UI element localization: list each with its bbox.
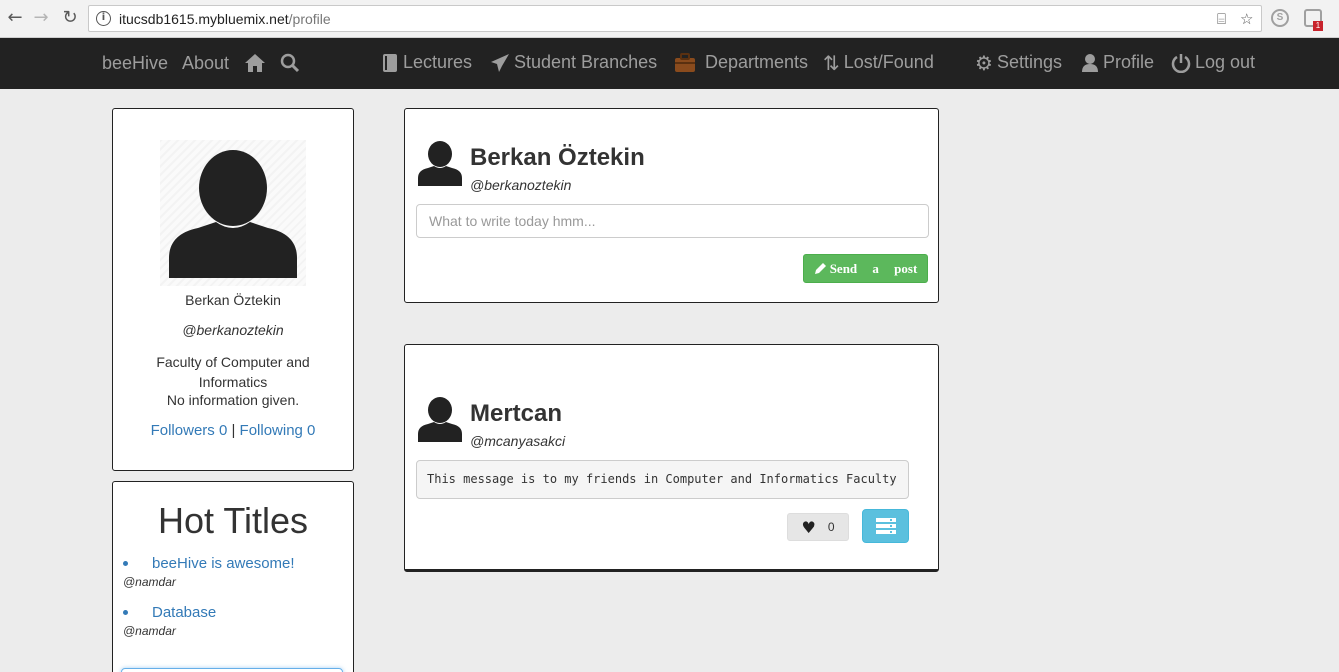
- compose-user-name: Berkan Öztekin: [470, 144, 645, 171]
- reload-icon[interactable]: ↻: [60, 8, 80, 28]
- user-avatar-icon: [418, 397, 462, 442]
- star-icon[interactable]: ☆: [1240, 10, 1253, 28]
- nav-about[interactable]: About: [182, 53, 229, 74]
- nav-lectures[interactable]: Lectures: [381, 52, 472, 73]
- nav-logout[interactable]: Log out: [1171, 52, 1255, 73]
- send-post-label: Send a post: [829, 260, 918, 276]
- sort-icon: ⇅: [823, 50, 840, 75]
- book-icon: [383, 53, 397, 72]
- power-icon: [1171, 53, 1191, 73]
- post-input[interactable]: [416, 204, 929, 238]
- heart-icon: ♥: [801, 517, 816, 537]
- gear-icon: ⚙: [975, 50, 993, 75]
- briefcase-icon: [675, 52, 695, 72]
- post-card: Mertcan @mcanyasakci This message is to …: [404, 344, 939, 572]
- bullet: [123, 610, 128, 615]
- profile-faculty: Faculty of Computer and Informatics: [156, 354, 310, 390]
- translate-icon[interactable]: ⌸: [1217, 10, 1226, 28]
- post-user-handle: @mcanyasakci: [470, 433, 566, 449]
- nav-settings-label: Settings: [996, 52, 1062, 72]
- info-icon[interactable]: i: [96, 11, 111, 26]
- post-message: This message is to my friends in Compute…: [416, 460, 909, 499]
- extension-badge: 1: [1313, 21, 1323, 31]
- paper-plane-icon: [491, 53, 509, 72]
- skype-icon[interactable]: S: [1271, 9, 1289, 27]
- nav-profile[interactable]: Profile: [1081, 52, 1154, 73]
- profile-info: No information given.: [166, 392, 300, 408]
- hot-titles-heading: Hot Titles: [157, 500, 309, 541]
- nav-lectures-label: Lectures: [403, 52, 473, 72]
- followers-link[interactable]: Followers 0: [151, 422, 228, 439]
- hot-title-user: @namdar: [123, 575, 176, 589]
- user-avatar-icon: [418, 141, 462, 186]
- nav-departments[interactable]: Departments: [674, 52, 808, 73]
- url-text[interactable]: itucsdb1615.mybluemix.net/profile: [119, 11, 331, 27]
- send-post-button[interactable]: Send a post: [803, 254, 928, 283]
- profile-handle: @berkanoztekin: [182, 322, 284, 338]
- nav-profile-label: Profile: [1103, 52, 1155, 72]
- home-icon[interactable]: [244, 53, 266, 73]
- pencil-icon: [814, 263, 826, 274]
- compose-user-handle: @berkanoztekin: [470, 177, 572, 193]
- compose-card: Berkan Öztekin @berkanoztekin Send a pos…: [404, 108, 939, 303]
- forward-arrow-icon[interactable]: →: [31, 8, 51, 28]
- hot-titles-input[interactable]: [121, 668, 343, 672]
- nav-departments-label: Departments: [705, 52, 809, 72]
- nav-logout-label: Log out: [1195, 52, 1256, 72]
- list-icon: [875, 518, 896, 534]
- hot-title-link[interactable]: Database: [152, 604, 216, 621]
- nav-settings[interactable]: ⚙ Settings: [975, 52, 1062, 73]
- hot-titles-card: Hot Titles beeHive is awesome! @namdar D…: [112, 481, 354, 672]
- follow-separator: |: [227, 422, 240, 439]
- browser-toolbar: ← → ↻ i itucsdb1615.mybluemix.net/profil…: [0, 0, 1339, 38]
- follow-stats: Followers 0 | Following 0: [113, 422, 353, 439]
- profile-name: Berkan Öztekin: [185, 292, 281, 308]
- bullet: [123, 561, 128, 566]
- like-count: 0: [827, 520, 835, 534]
- hot-title-user: @namdar: [123, 624, 176, 638]
- avatar: [160, 140, 306, 286]
- hot-title-link[interactable]: beeHive is awesome!: [152, 555, 295, 572]
- nav-lost-found-label: Lost/Found: [843, 52, 934, 72]
- search-icon[interactable]: [280, 53, 300, 73]
- user-icon: [1082, 53, 1098, 72]
- nav-lost-found[interactable]: ⇅ Lost/Found: [823, 52, 934, 73]
- address-bar[interactable]: i itucsdb1615.mybluemix.net/profile ⌸ ☆: [88, 5, 1262, 32]
- comments-button[interactable]: [862, 509, 909, 543]
- like-button[interactable]: ♥ 0: [787, 513, 849, 541]
- following-link[interactable]: Following 0: [240, 422, 316, 439]
- back-arrow-icon[interactable]: ←: [5, 8, 25, 28]
- main-navbar: beeHive About Lectures Student Branches …: [0, 38, 1339, 89]
- brand-link[interactable]: beeHive: [102, 53, 168, 74]
- nav-student-branches[interactable]: Student Branches: [490, 52, 657, 73]
- nav-student-branches-label: Student Branches: [514, 52, 658, 72]
- profile-card: Berkan Öztekin @berkanoztekin Faculty of…: [112, 108, 354, 471]
- user-avatar-icon: [169, 150, 297, 278]
- post-user-name[interactable]: Mertcan: [470, 400, 562, 428]
